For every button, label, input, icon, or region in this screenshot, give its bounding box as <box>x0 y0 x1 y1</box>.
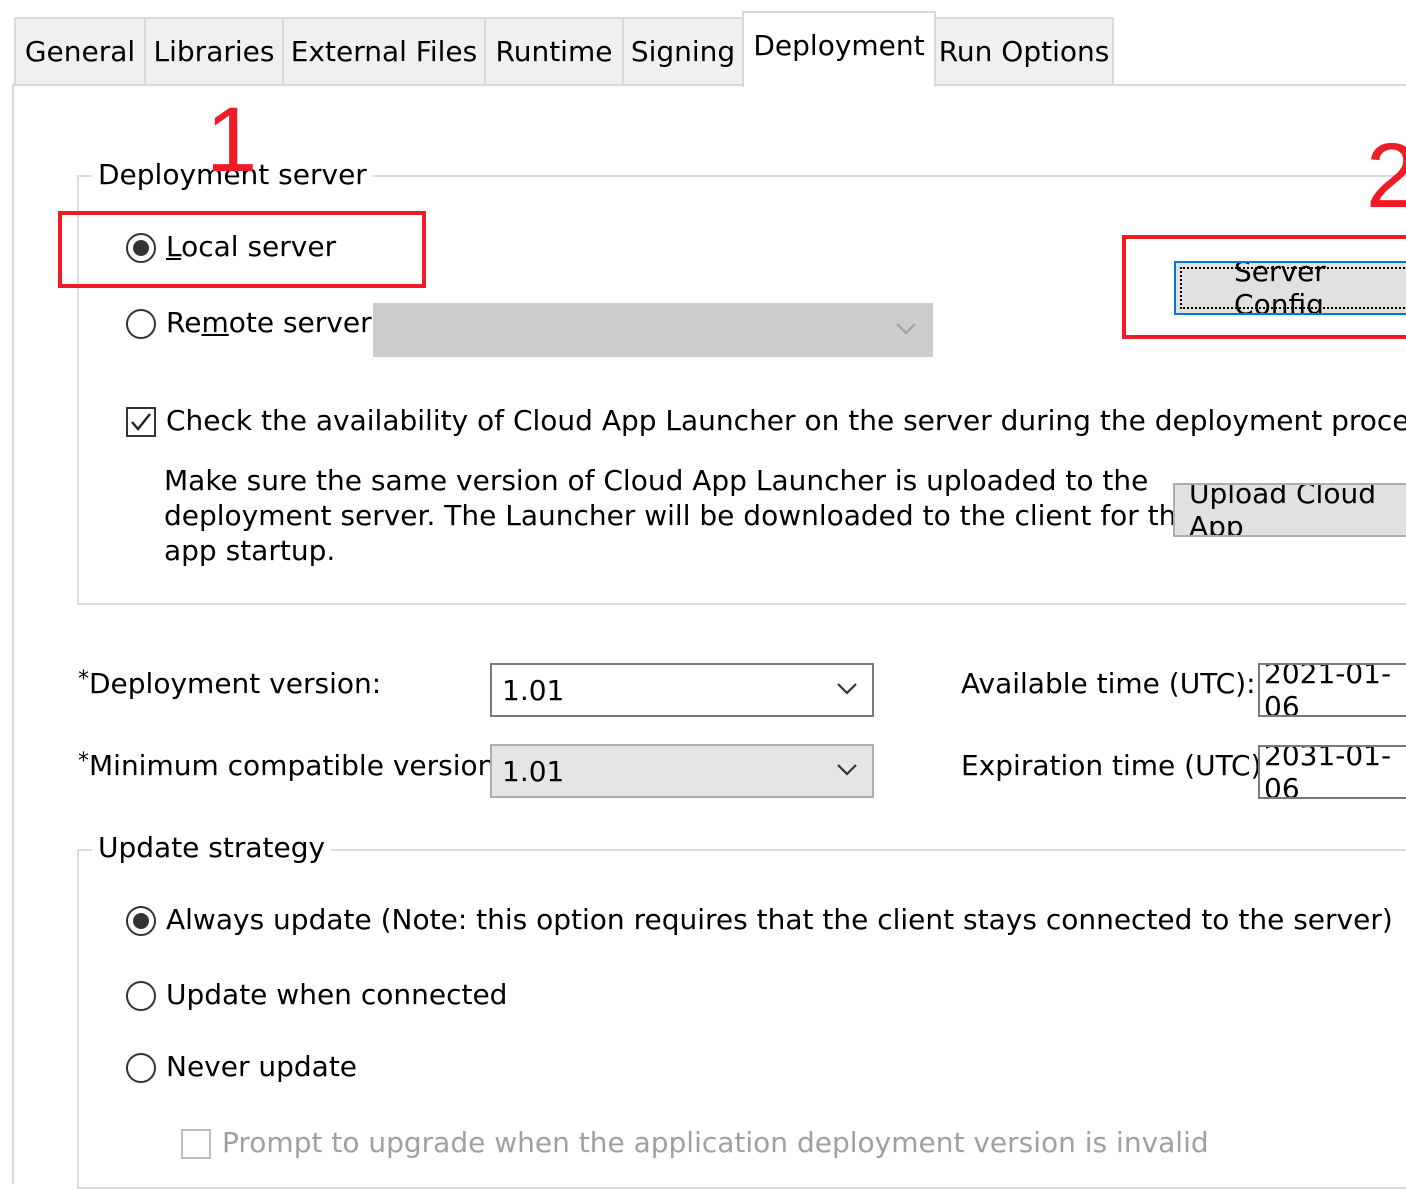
marker-2: 2 <box>1366 125 1406 227</box>
always-update-label[interactable]: Always update (Note: this option require… <box>166 903 1393 936</box>
chevron-down-icon <box>837 683 857 695</box>
min-version-select[interactable]: 1.01 <box>490 744 874 798</box>
deployment-version-value: 1.01 <box>502 673 565 707</box>
tab-signing[interactable]: Signing <box>622 17 744 84</box>
highlight-box-2 <box>1122 235 1406 339</box>
launcher-note: Make sure the same version of Cloud App … <box>164 463 1194 568</box>
chevron-down-icon <box>837 764 857 776</box>
tab-label: Deployment <box>753 28 925 62</box>
update-strategy-legend: Update strategy <box>92 831 332 864</box>
note-line: app startup. <box>164 534 336 567</box>
min-version-value: 1.01 <box>502 754 565 788</box>
required-mark: * <box>78 749 89 774</box>
checkmark-icon <box>131 413 151 431</box>
label-part: Re <box>166 306 202 339</box>
tab-libraries[interactable]: Libraries <box>144 17 284 84</box>
tab-deployment[interactable]: Deployment <box>742 11 936 87</box>
available-time-label: Available time (UTC): <box>961 667 1256 700</box>
check-availability-checkbox[interactable] <box>126 407 156 437</box>
tab-external-files[interactable]: External Files <box>282 17 486 84</box>
deployment-version-label: *Deployment version: <box>78 667 381 700</box>
label-text: Deployment version: <box>89 667 382 700</box>
available-time-value: 2021-01-06 <box>1264 663 1392 717</box>
always-update-radio[interactable] <box>126 906 156 936</box>
expiration-time-value: 2031-01-06 <box>1264 745 1392 799</box>
access-key: m <box>201 306 229 339</box>
required-mark: * <box>78 667 89 692</box>
upload-cloud-app-button[interactable]: Upload Cloud App <box>1173 483 1406 537</box>
marker-1: 1 <box>206 89 258 191</box>
update-when-connected-label[interactable]: Update when connected <box>166 978 507 1011</box>
highlight-box-1 <box>58 211 426 288</box>
expiration-time-input[interactable]: 2031-01-06 <box>1258 745 1406 799</box>
remote-server-label[interactable]: Remote server <box>166 306 372 339</box>
update-when-connected-radio[interactable] <box>126 981 156 1011</box>
label-text: Minimum compatible version: <box>89 749 505 782</box>
remote-server-radio[interactable] <box>126 309 156 339</box>
tab-label: General <box>24 35 136 68</box>
never-update-radio[interactable] <box>126 1053 156 1083</box>
label-part: ote server <box>228 306 372 339</box>
check-availability-label[interactable]: Check the availability of Cloud App Laun… <box>166 404 1406 437</box>
deployment-version-select[interactable]: 1.01 <box>490 663 874 717</box>
tab-runtime[interactable]: Runtime <box>484 17 624 84</box>
tab-label: Signing <box>630 35 736 68</box>
tab-label: Libraries <box>153 35 275 68</box>
tab-run-options[interactable]: Run Options <box>934 17 1114 84</box>
chevron-down-icon <box>896 323 916 335</box>
never-update-label[interactable]: Never update <box>166 1050 357 1083</box>
available-time-input[interactable]: 2021-01-06 <box>1258 663 1406 717</box>
remote-server-select[interactable] <box>373 303 933 357</box>
tab-label: Runtime <box>495 35 613 68</box>
note-line: Make sure the same version of Cloud App … <box>164 464 1149 497</box>
tab-general[interactable]: General <box>14 17 146 84</box>
tab-label: External Files <box>290 35 478 68</box>
upload-label: Upload Cloud App <box>1189 483 1376 537</box>
prompt-upgrade-label[interactable]: Prompt to upgrade when the application d… <box>222 1126 1209 1159</box>
tab-label: Run Options <box>938 35 1110 68</box>
expiration-time-label: Expiration time (UTC): <box>961 749 1271 782</box>
note-line: deployment server. The Launcher will be … <box>164 499 1194 532</box>
min-version-label: *Minimum compatible version: <box>78 749 505 782</box>
